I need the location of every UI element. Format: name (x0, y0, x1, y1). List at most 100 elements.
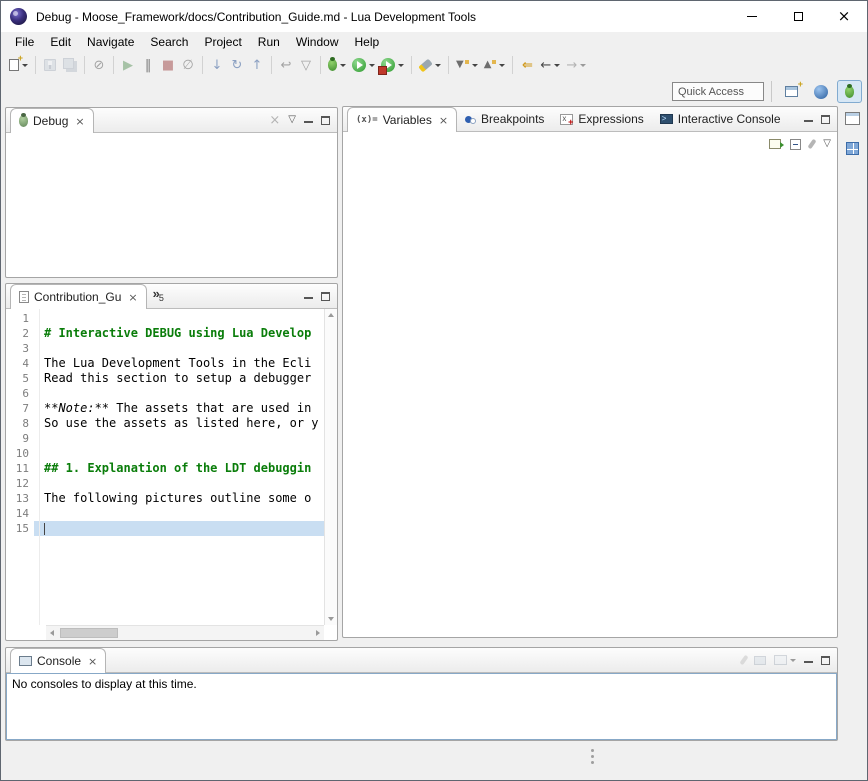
view-menu-button[interactable]: ▽ (823, 139, 831, 149)
tab-breakpoints[interactable]: Breakpoints (457, 107, 552, 131)
menu-help[interactable]: Help (347, 33, 388, 51)
debug-editor-sash[interactable] (5, 278, 338, 283)
last-edit-location-button[interactable]: ⇐ (517, 54, 537, 76)
hidden-editors-indicator[interactable]: » 5 (147, 284, 170, 308)
open-console-button[interactable] (774, 655, 796, 665)
code-line[interactable]: 3 (6, 341, 324, 356)
minimize-button[interactable] (729, 1, 775, 32)
menu-navigate[interactable]: Navigate (79, 33, 142, 51)
console-sash[interactable] (5, 641, 838, 647)
menu-file[interactable]: File (7, 33, 42, 51)
editor-horizontal-scrollbar[interactable] (46, 625, 324, 640)
code-line[interactable]: 15 (6, 521, 324, 536)
maximize-view-button[interactable] (821, 656, 830, 665)
quick-access-input[interactable] (672, 82, 764, 101)
collapse-all-button[interactable] (790, 139, 801, 150)
tab-close-button[interactable]: × (88, 656, 97, 667)
bottom-sash-grip[interactable] (591, 749, 594, 764)
skip-breakpoints-button[interactable]: ⊘ (89, 54, 109, 76)
menu-window[interactable]: Window (288, 33, 347, 51)
tab-close-button[interactable]: × (75, 116, 84, 127)
maximize-button[interactable] (775, 1, 821, 32)
minimize-view-button[interactable] (804, 658, 813, 663)
remove-terminated-button[interactable]: × (269, 114, 280, 127)
dropdown-arrow-icon (22, 64, 28, 67)
minimize-view-button[interactable] (804, 117, 813, 122)
next-annotation-button[interactable]: ▼ (453, 54, 481, 76)
code-line[interactable]: 1 (6, 311, 324, 326)
tab-close-button[interactable]: × (439, 115, 448, 126)
code-line[interactable]: 7**Note:** The assets that are used in (6, 401, 324, 416)
external-tools-button[interactable] (378, 54, 407, 76)
code-line[interactable]: 6 (6, 386, 324, 401)
code-line[interactable]: 11## 1. Explanation of the LDT debuggin (6, 461, 324, 476)
console-output[interactable]: No consoles to display at this time. (6, 673, 837, 740)
open-perspective-button[interactable] (779, 80, 804, 103)
pin-console-button[interactable] (739, 655, 748, 665)
display-console-button[interactable] (754, 656, 766, 665)
search-button[interactable] (416, 54, 444, 76)
forward-button[interactable]: → (563, 54, 589, 76)
app-icon[interactable] (10, 8, 27, 25)
maximize-view-button[interactable] (321, 116, 330, 125)
tab-contribution-guide[interactable]: Contribution_Gu × (10, 284, 147, 309)
menu-run[interactable]: Run (250, 33, 288, 51)
tab-console[interactable]: Console × (10, 648, 106, 673)
tab-label: Breakpoints (481, 112, 544, 126)
code-segment: **Note:** (44, 401, 109, 415)
vertical-sash[interactable] (338, 106, 342, 641)
view-menu-button[interactable]: ▽ (288, 115, 296, 125)
tab-variables[interactable]: (x)= Variables × (347, 107, 457, 132)
scrollbar-thumb[interactable] (60, 628, 118, 638)
scroll-right-arrow-icon[interactable] (316, 630, 320, 636)
code-line[interactable]: 10 (6, 446, 324, 461)
code-line[interactable]: 2# Interactive DEBUG using Lua Develop (6, 326, 324, 341)
step-over-button[interactable]: ↻ (227, 54, 247, 76)
tab-interactive-console[interactable]: Interactive Console (652, 107, 789, 131)
debug-perspective-button[interactable] (837, 80, 862, 103)
editor-vertical-scrollbar[interactable] (324, 309, 337, 625)
previous-annotation-button[interactable]: ▲ (481, 54, 509, 76)
debug-button[interactable] (325, 54, 349, 76)
save-all-button[interactable] (60, 54, 80, 76)
code-line[interactable]: 4The Lua Development Tools in the Ecli (6, 356, 324, 371)
run-button[interactable] (349, 54, 378, 76)
new-wizard-button[interactable] (6, 54, 31, 76)
close-button[interactable]: × (821, 1, 867, 32)
maximize-view-button[interactable] (821, 115, 830, 124)
code-line[interactable]: 5Read this section to setup a debugger (6, 371, 324, 386)
menu-edit[interactable]: Edit (42, 33, 79, 51)
save-button[interactable] (40, 54, 60, 76)
tab-expressions[interactable]: Expressions (552, 107, 651, 131)
pin-view-button[interactable] (808, 139, 817, 149)
tab-debug[interactable]: Debug × (10, 108, 94, 133)
lua-perspective-button[interactable] (808, 80, 833, 103)
resume-button[interactable]: ▶ (118, 54, 138, 76)
drop-to-frame-button[interactable]: ↩ (276, 54, 296, 76)
code-line[interactable]: 13The following pictures outline some o (6, 491, 324, 506)
tab-close-button[interactable]: × (128, 292, 137, 303)
disconnect-button[interactable]: ∅ (178, 54, 198, 76)
terminate-button[interactable]: ■ (158, 54, 178, 76)
minimize-view-button[interactable] (304, 118, 313, 123)
code-line[interactable]: 12 (6, 476, 324, 491)
minimized-editor-icon (845, 112, 860, 125)
trim-restore-button[interactable] (842, 109, 862, 127)
scroll-up-arrow-icon[interactable] (328, 313, 334, 317)
suspend-button[interactable]: ‖ (138, 54, 158, 76)
scroll-down-arrow-icon[interactable] (328, 617, 334, 621)
minimize-view-button[interactable] (304, 294, 313, 299)
menu-project[interactable]: Project (196, 33, 249, 51)
back-button[interactable]: ← (537, 54, 563, 76)
code-line[interactable]: 9 (6, 431, 324, 446)
code-line[interactable]: 14 (6, 506, 324, 521)
scroll-left-arrow-icon[interactable] (50, 630, 54, 636)
step-into-button[interactable]: ↓ (207, 54, 227, 76)
step-return-button[interactable]: ↑ (247, 54, 267, 76)
use-step-filters-button[interactable]: ▽ (296, 54, 316, 76)
trim-minimized-view-button[interactable] (842, 139, 862, 157)
menu-search[interactable]: Search (142, 33, 196, 51)
code-line[interactable]: 8So use the assets as listed here, or y (6, 416, 324, 431)
show-logical-structures-button[interactable] (769, 139, 781, 149)
maximize-view-button[interactable] (321, 292, 330, 301)
